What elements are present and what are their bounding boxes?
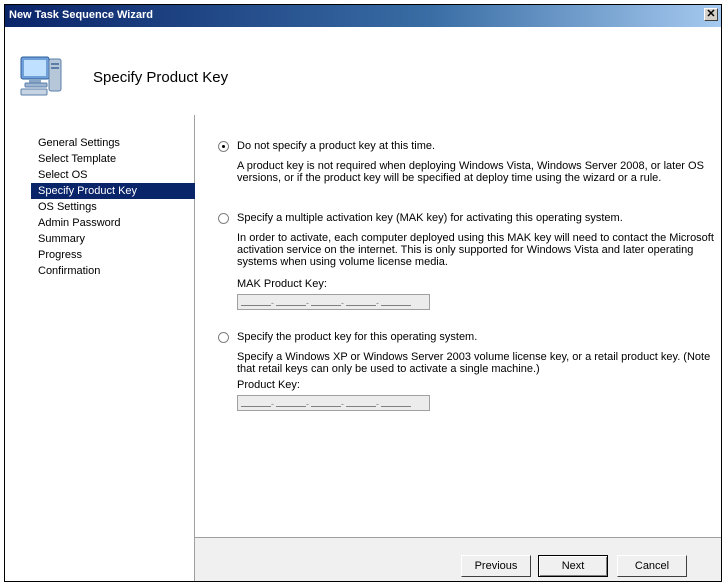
radio-no-product-key[interactable] — [218, 141, 229, 152]
nav-item-select-template[interactable]: Select Template — [31, 151, 116, 167]
mak-key-input[interactable]: - - - - — [237, 294, 430, 310]
nav-item-specify-product-key[interactable]: Specify Product Key — [31, 183, 195, 199]
nav-item-progress[interactable]: Progress — [31, 247, 82, 263]
wizard-header: Specify Product Key — [5, 27, 721, 116]
nav-item-os-settings[interactable]: OS Settings — [31, 199, 97, 215]
mak-key-label: MAK Product Key: — [237, 278, 327, 290]
option-mak-description: In order to activate, each computer depl… — [237, 232, 714, 268]
nav-item-confirmation[interactable]: Confirmation — [31, 263, 100, 279]
wizard-window: New Task Sequence Wizard ✕ Specify Produ… — [4, 4, 722, 582]
window-title: New Task Sequence Wizard — [9, 9, 153, 21]
title-bar: New Task Sequence Wizard ✕ — [5, 5, 721, 27]
nav-item-select-os[interactable]: Select OS — [31, 167, 88, 183]
button-bar: Previous Next Cancel — [195, 537, 721, 581]
option-product-key-description: Specify a Windows XP or Windows Server 2… — [237, 351, 711, 375]
product-key-label: Product Key: — [237, 379, 300, 391]
wizard-steps: General Settings Select Template Select … — [5, 115, 195, 581]
next-button[interactable]: Next — [538, 555, 608, 577]
previous-button[interactable]: Previous — [461, 555, 531, 577]
radio-mak-key[interactable] — [218, 213, 229, 224]
nav-item-admin-password[interactable]: Admin Password — [31, 215, 121, 231]
option-product-key-label[interactable]: Specify the product key for this operati… — [237, 331, 477, 343]
nav-item-general-settings[interactable]: General Settings — [31, 135, 120, 151]
radio-product-key[interactable] — [218, 332, 229, 343]
close-button[interactable]: ✕ — [704, 8, 718, 21]
computer-icon — [20, 56, 62, 96]
content-pane: Do not specify a product key at this tim… — [195, 115, 721, 537]
option-no-key-label[interactable]: Do not specify a product key at this tim… — [237, 140, 435, 152]
nav-item-summary[interactable]: Summary — [31, 231, 85, 247]
cancel-button[interactable]: Cancel — [617, 555, 687, 577]
page-title: Specify Product Key — [93, 69, 229, 86]
option-no-key-description: A product key is not required when deplo… — [237, 160, 704, 184]
product-key-input[interactable]: - - - - — [237, 395, 430, 411]
option-mak-label[interactable]: Specify a multiple activation key (MAK k… — [237, 212, 623, 224]
